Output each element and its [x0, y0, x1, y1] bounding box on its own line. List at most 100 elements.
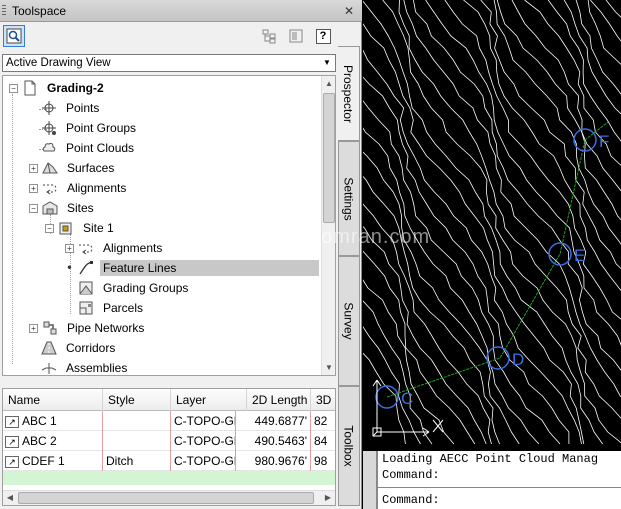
contour-line: [300, 0, 540, 445]
contour-line: [319, 0, 570, 444]
command-prompt-history: Command:: [382, 468, 440, 482]
tree-vertical-scrollbar[interactable]: ▲ ▼: [321, 76, 335, 375]
layer-cell[interactable]: C-TOPO-GF: [171, 451, 236, 471]
name-cell: ↗ ABC 2: [3, 431, 103, 451]
scroll-left-icon[interactable]: ◀: [3, 491, 17, 505]
tab-label: Survey: [342, 302, 357, 340]
expand-dot[interactable]: •: [65, 261, 74, 273]
grip-handle[interactable]: [2, 5, 6, 17]
tree-item-grading-groups[interactable]: Grading Groups: [78, 278, 191, 298]
expand-toggle[interactable]: +: [65, 243, 74, 253]
expand-toggle[interactable]: +: [29, 323, 38, 333]
tree-item-pipe-networks[interactable]: + Pipe Networks: [29, 318, 147, 338]
contour-line: [493, 0, 621, 245]
toolspace-title-bar[interactable]: Toolspace ✕: [0, 0, 362, 22]
tree-view-icon: [262, 29, 276, 44]
contour-line: [174, 0, 421, 445]
tree-item-point-groups[interactable]: Point Groups: [41, 118, 139, 138]
table-row[interactable]: ↗ ABC 1 C-TOPO-GF 449.6877' 82: [3, 411, 335, 431]
tree-item-label: Pipe Networks: [67, 321, 145, 335]
tree-root-grading-2[interactable]: − Grading-2: [9, 78, 107, 98]
tab-survey[interactable]: Survey: [338, 256, 360, 386]
scroll-right-icon[interactable]: ▶: [321, 491, 335, 505]
layer-cell[interactable]: C-TOPO-GF: [171, 411, 236, 431]
tab-toolbox[interactable]: Toolbox: [338, 386, 360, 506]
tree-item-surfaces[interactable]: + Surfaces: [29, 158, 117, 178]
feature-line-icon: [78, 260, 94, 276]
prospector-view-button[interactable]: [3, 25, 25, 47]
close-button[interactable]: ✕: [341, 3, 357, 19]
tree-item-label: Feature Lines: [100, 260, 319, 276]
corridor-icon: [41, 340, 57, 356]
style-cell[interactable]: [103, 411, 171, 431]
length-2d-cell: 449.6877': [247, 411, 311, 431]
command-input[interactable]: Command:: [382, 493, 440, 507]
station-label: F: [599, 132, 609, 151]
layer-cell[interactable]: C-TOPO-GF: [171, 431, 236, 451]
list-view-toggle-button[interactable]: [285, 25, 307, 47]
list-horizontal-scrollbar[interactable]: ◀ ▶: [3, 490, 335, 505]
table-row[interactable]: ↗ CDEF 1 Ditch C-TOPO-GF 980.9676' 98: [3, 451, 335, 471]
help-button[interactable]: ?: [312, 25, 334, 47]
new-row-placeholder[interactable]: [3, 471, 335, 485]
tab-label: Toolbox: [342, 425, 356, 467]
parcel-icon: [78, 300, 94, 316]
scroll-thumb[interactable]: [18, 492, 314, 504]
tree-item-alignments[interactable]: + Alignments: [29, 178, 129, 198]
tree-item-label: Corridors: [66, 341, 116, 355]
length-3d-cell: 84: [311, 431, 335, 451]
style-cell[interactable]: Ditch: [103, 451, 171, 471]
alignment-icon: [42, 180, 58, 196]
alignment-icon: [78, 240, 94, 256]
tree-item-site-alignments[interactable]: + Alignments: [65, 238, 165, 258]
tree-item-label: Sites: [67, 201, 94, 215]
tree-item-points[interactable]: Points: [41, 98, 102, 118]
scroll-up-icon[interactable]: ▲: [322, 76, 335, 91]
tab-label: Prospector: [341, 64, 356, 123]
tree-item-sites[interactable]: − Sites: [29, 198, 97, 218]
column-header-layer[interactable]: Layer: [171, 389, 247, 411]
toolspace-toolbar: ?: [0, 23, 338, 51]
collapse-toggle[interactable]: −: [45, 223, 54, 233]
tab-prospector[interactable]: Prospector: [338, 46, 360, 141]
length-3d-cell: 98: [311, 451, 335, 471]
station-marker[interactable]: [486, 346, 510, 370]
expand-toggle[interactable]: +: [29, 183, 38, 193]
tree-item-label: Points: [66, 101, 100, 115]
tab-settings[interactable]: Settings: [338, 141, 360, 256]
column-header-name[interactable]: Name: [3, 389, 103, 411]
contour-line: [547, 0, 621, 142]
scroll-thumb[interactable]: [323, 93, 335, 223]
table-row[interactable]: ↗ ABC 2 C-TOPO-GF 490.5463' 84: [3, 431, 335, 451]
tree-item-assemblies[interactable]: Assemblies: [41, 358, 130, 375]
scroll-down-icon[interactable]: ▼: [322, 360, 335, 375]
assembly-icon: [41, 360, 57, 375]
feature-line-icon: ↗: [5, 415, 19, 428]
collapse-toggle[interactable]: −: [9, 83, 18, 93]
expand-toggle[interactable]: +: [29, 163, 38, 173]
tree-item-site-1[interactable]: − Site 1: [45, 218, 117, 238]
collapse-toggle[interactable]: −: [29, 203, 38, 213]
command-line[interactable]: Loading AECC Point Cloud Manag Command: …: [376, 451, 621, 509]
tree-item-parcels[interactable]: Parcels: [78, 298, 146, 318]
command-line-grip[interactable]: [363, 451, 376, 509]
tree-item-corridors[interactable]: Corridors: [41, 338, 118, 358]
command-history: Loading AECC Point Cloud Manag: [382, 452, 599, 466]
tree-item-point-clouds[interactable]: Point Clouds: [41, 138, 137, 158]
name-value: ABC 1: [22, 414, 57, 428]
tree-item-feature-lines[interactable]: • Feature Lines: [65, 258, 319, 278]
column-header-style[interactable]: Style: [103, 389, 171, 411]
column-header-2d-length[interactable]: 2D Length: [247, 389, 311, 411]
style-cell[interactable]: [103, 431, 171, 451]
drawing-canvas[interactable]: C D E F: [158, 0, 621, 451]
tree-item-label: Assemblies: [66, 361, 128, 375]
chevron-down-icon[interactable]: ▼: [319, 55, 335, 71]
view-dropdown[interactable]: Active Drawing View ▼: [2, 54, 336, 72]
list-header: Name Style Layer 2D Length 3D: [3, 389, 335, 411]
name-value: CDEF 1: [22, 454, 65, 468]
station-marker[interactable]: [548, 242, 572, 266]
column-header-3d[interactable]: 3D: [311, 389, 335, 411]
feature-line-icon: ↗: [5, 435, 19, 448]
name-cell: ↗ ABC 1: [3, 411, 103, 431]
item-view-toggle-button[interactable]: [258, 25, 280, 47]
